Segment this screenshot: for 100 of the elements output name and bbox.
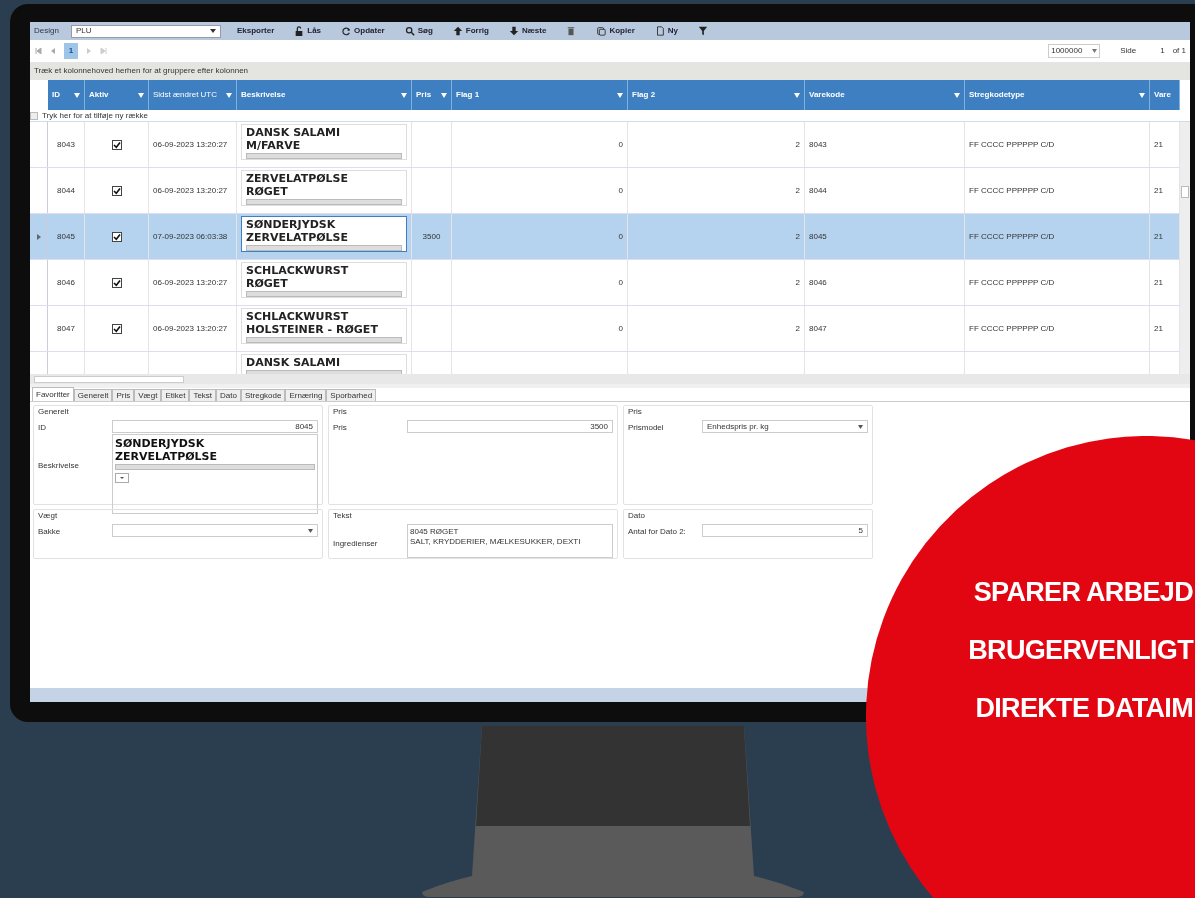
- checkbox[interactable]: [111, 185, 122, 196]
- dropdown-caret-icon: [308, 528, 313, 533]
- tab[interactable]: Ernæring: [285, 389, 327, 401]
- table-row[interactable]: 8043 06-09-2023 13:20:27 DANSK SALAMI M/FARVE 0 2 8043 FF CCCC PPPPPP C/D 21: [30, 122, 1180, 168]
- table-cell: 2: [795, 276, 800, 289]
- design-combo[interactable]: PLU: [70, 24, 221, 38]
- description-editor[interactable]: ZERVELATPØLSE RØGET: [241, 170, 407, 206]
- horizontal-scrollbar[interactable]: [34, 375, 184, 383]
- table-cell: 0: [618, 138, 623, 151]
- table-cell: 2: [795, 230, 800, 243]
- column-header[interactable]: Flag 1: [452, 80, 628, 110]
- description-editor[interactable]: DANSK SALAMI M/FARVE: [241, 124, 407, 160]
- description-editor[interactable]: SØNDERJYDSK ZERVELATPØLSE: [112, 434, 318, 514]
- table-cell: 06-09-2023 13:20:27: [153, 322, 228, 335]
- document-icon: [654, 26, 665, 36]
- copy-icon: [596, 26, 607, 36]
- tab[interactable]: Etiket: [161, 389, 190, 401]
- table-cell: 8043: [809, 138, 827, 151]
- description-editor[interactable]: SØNDERJYDSK ZERVELATPØLSE: [241, 216, 407, 252]
- tab[interactable]: Vægt: [134, 389, 162, 401]
- table-cell: 8046: [57, 276, 75, 289]
- horizontal-scrollbar[interactable]: [246, 153, 402, 159]
- toolbar-button[interactable]: Eksporter: [232, 23, 279, 39]
- horizontal-scrollbar[interactable]: [246, 291, 402, 297]
- table-cell: 8047: [57, 322, 75, 335]
- field-label: Bakke: [38, 526, 62, 538]
- table-cell: 8045: [57, 230, 75, 243]
- horizontal-scrollbar[interactable]: [246, 337, 402, 343]
- group-hint: Træk et kolonnehoved herhen for at gruppere efter kolonnen: [34, 65, 249, 77]
- table-row[interactable]: 8047 06-09-2023 13:20:27 SCHLACKWURST HOLSTEINER - RØGET 0 2 8047 FF CCCC PPPPPP C/D 21: [30, 306, 1180, 352]
- dropdown-field[interactable]: Enhedspris pr. kg: [702, 420, 868, 433]
- new-row-icon: [30, 111, 38, 120]
- dropdown-field[interactable]: [112, 524, 318, 537]
- vertical-scrollbar-thumb[interactable]: [1181, 186, 1189, 198]
- filter-icon: [138, 92, 144, 98]
- text-field[interactable]: 5: [702, 524, 868, 537]
- table-row[interactable]: 8046 06-09-2023 13:20:27 SCHLACKWURST RØGET 0 2 8046 FF CCCC PPPPPP C/D 21: [30, 260, 1180, 306]
- toolbar-button[interactable]: Forrig: [448, 23, 493, 39]
- table-cell: FF CCCC PPPPPP C/D: [969, 322, 1055, 335]
- toolbar-label: Design: [34, 25, 59, 37]
- column-header[interactable]: Sidst ændret UTC: [149, 80, 237, 110]
- table-row[interactable]: 8045 07-09-2023 06:03:38 SØNDERJYDSK ZERVELATPØLSE 3500 0 2 8045 FF CCCC PPPPPP C/D 21: [30, 214, 1180, 260]
- group-title: Pris: [333, 406, 348, 418]
- description-editor[interactable]: DANSK SALAMI: [241, 354, 407, 374]
- toolbar-button[interactable]: Lås: [290, 23, 326, 39]
- column-header[interactable]: Pris: [412, 80, 452, 110]
- toolbar-button[interactable]: Kopier: [592, 23, 639, 39]
- tab[interactable]: Tekst: [189, 389, 217, 401]
- tab[interactable]: Generelt: [73, 389, 113, 401]
- horizontal-scrollbar[interactable]: [246, 199, 402, 205]
- tab[interactable]: Favoritter: [32, 387, 74, 401]
- group-title: Pris: [628, 406, 643, 418]
- column-header[interactable]: ID: [48, 80, 85, 110]
- trash-icon: [566, 26, 577, 36]
- table-cell: 07-09-2023 06:03:38: [153, 230, 228, 243]
- field-label: Prismodel: [628, 422, 665, 434]
- checkbox[interactable]: [111, 323, 122, 334]
- table-cell: 06-09-2023 13:20:27: [153, 184, 228, 197]
- filter-icon: [954, 92, 960, 98]
- lock-icon: [294, 26, 305, 36]
- toolbar-button[interactable]: Ny: [650, 23, 682, 39]
- tab[interactable]: Sporbarhed: [326, 389, 377, 401]
- column-header[interactable]: Varekode: [805, 80, 965, 110]
- column-header[interactable]: Flag 2: [628, 80, 805, 110]
- promo-text: DIREKTE DATAIM: [975, 692, 1193, 724]
- tab[interactable]: Dato: [216, 389, 241, 401]
- table-row[interactable]: 8044 06-09-2023 13:20:27 ZERVELATPØLSE RØGET 0 2 8044 FF CCCC PPPPPP C/D 21: [30, 168, 1180, 214]
- description-editor[interactable]: SCHLACKWURST RØGET: [241, 262, 407, 298]
- table-cell: 3500: [422, 230, 441, 243]
- filter-icon: [1139, 92, 1145, 98]
- column-header[interactable]: Stregkodetype: [965, 80, 1150, 110]
- filter-icon: [401, 92, 407, 98]
- table-cell: FF CCCC PPPPPP C/D: [969, 276, 1055, 289]
- column-header[interactable]: Aktiv: [85, 80, 149, 110]
- column-header[interactable]: Vare: [1150, 80, 1180, 110]
- tab[interactable]: Pris: [112, 389, 135, 401]
- table-cell: 8044: [809, 184, 827, 197]
- toolbar-button[interactable]: Søg: [400, 23, 437, 39]
- ingredients-field[interactable]: 8045 RØGET SALT, KRYDDERIER, MÆLKESUKKER, DEXTI: [407, 524, 613, 558]
- page-button[interactable]: 1: [64, 43, 78, 59]
- toolbar-button[interactable]: Næste: [504, 23, 551, 39]
- table-cell: FF CCCC PPPPPP C/D: [969, 184, 1055, 197]
- table-cell: 2: [795, 184, 800, 197]
- page-size-field[interactable]: 1000000: [1048, 44, 1101, 58]
- tab[interactable]: Stregkode: [241, 389, 286, 401]
- table-cell: 8043: [57, 138, 75, 151]
- horizontal-scrollbar[interactable]: [246, 245, 402, 251]
- checkbox[interactable]: [111, 277, 122, 288]
- column-header[interactable]: Beskrivelse: [237, 80, 412, 110]
- text-field[interactable]: 8045: [112, 420, 318, 433]
- toolbar-button[interactable]: Opdater: [337, 23, 389, 39]
- next-page-icon: [86, 48, 92, 54]
- horizontal-scrollbar[interactable]: [115, 464, 315, 470]
- description-editor[interactable]: SCHLACKWURST HOLSTEINER - RØGET: [241, 308, 407, 344]
- table-cell: 8047: [809, 322, 827, 335]
- field-label: Antal for Dato 2:: [628, 526, 687, 538]
- checkbox[interactable]: [111, 231, 122, 242]
- text-field[interactable]: 3500: [407, 420, 613, 433]
- search-icon: [404, 26, 415, 36]
- checkbox[interactable]: [111, 139, 122, 150]
